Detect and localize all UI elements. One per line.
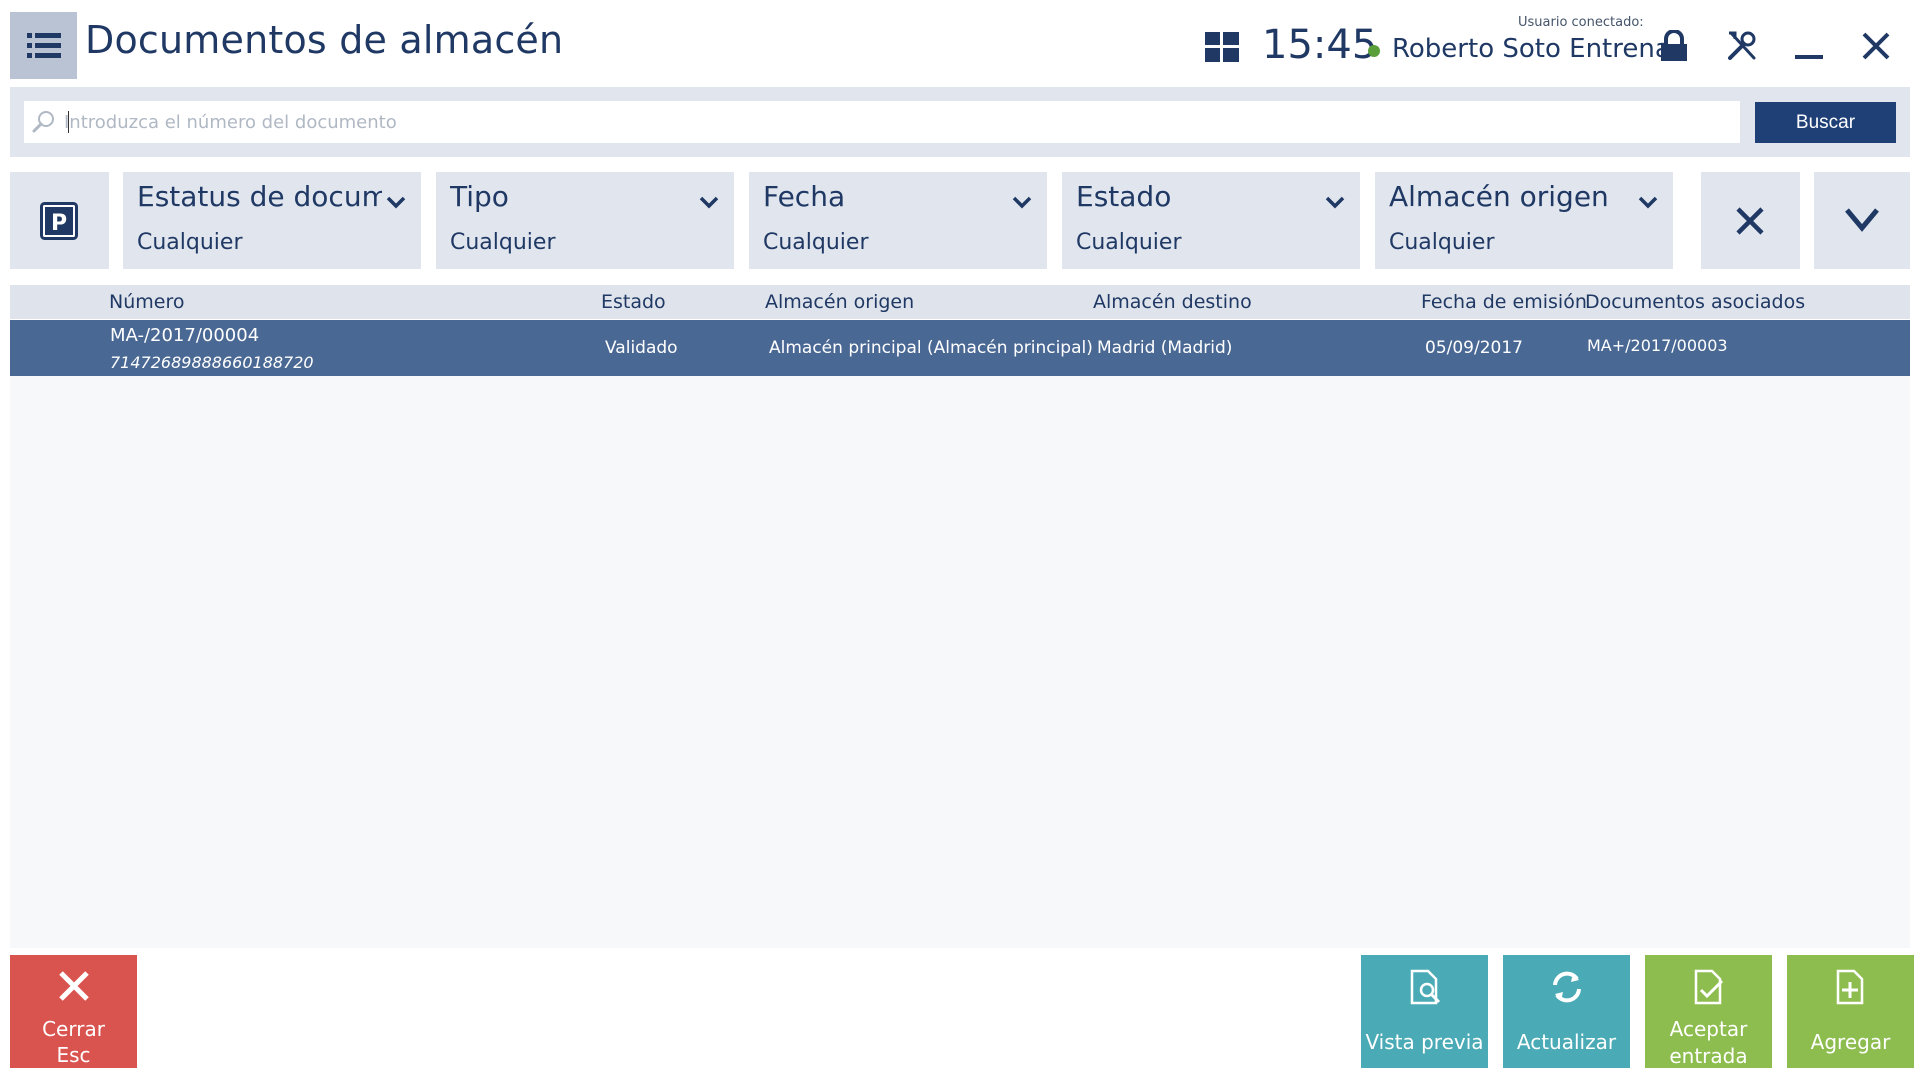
clear-filters-button[interactable]	[1701, 172, 1800, 269]
settings-button[interactable]	[1720, 24, 1764, 68]
column-header-date[interactable]: Fecha de emisión	[1421, 291, 1587, 313]
online-status-dot	[1368, 45, 1380, 57]
minimize-button[interactable]	[1787, 24, 1831, 68]
filter-source-warehouse[interactable]: Almacén origen Cualquier	[1375, 172, 1673, 269]
filter-value: Cualquier	[137, 230, 243, 255]
chevron-down-icon	[1012, 196, 1032, 209]
clear-icon	[1736, 207, 1764, 235]
table-empty-area	[10, 376, 1910, 948]
add-button[interactable]: Agregar	[1787, 955, 1914, 1068]
row-status: Validado	[605, 338, 678, 358]
refresh-label: Actualizar	[1516, 1030, 1617, 1054]
filter-title: Estatus de docume	[137, 180, 382, 213]
filter-title: Almacén origen	[1389, 180, 1609, 213]
chevron-down-icon	[386, 196, 406, 209]
filter-value: Cualquier	[1389, 230, 1495, 255]
close-button[interactable]: Cerrar Esc	[10, 955, 137, 1068]
close-icon	[1862, 32, 1890, 60]
filter-title: Fecha	[763, 180, 846, 213]
tiles-icon[interactable]	[1205, 32, 1239, 66]
filter-title: Tipo	[450, 180, 509, 213]
expand-filters-button[interactable]	[1814, 172, 1910, 269]
filter-title: Estado	[1076, 180, 1172, 213]
menu-button[interactable]	[10, 12, 77, 79]
search-icon	[32, 110, 56, 138]
refresh-icon	[1552, 971, 1581, 1003]
chevron-down-icon	[1325, 196, 1345, 209]
refresh-button[interactable]: Actualizar	[1503, 955, 1630, 1068]
filter-document-status[interactable]: Estatus de docume Cualquier	[123, 172, 421, 269]
minimize-icon	[1795, 55, 1823, 59]
document-search-icon	[1410, 969, 1440, 1005]
close-app-button[interactable]	[1854, 24, 1898, 68]
close-icon	[58, 971, 89, 1001]
row-date: 05/09/2017	[1425, 338, 1523, 358]
parking-icon: P	[40, 202, 78, 240]
filter-value: Cualquier	[1076, 230, 1182, 255]
close-shortcut: Esc	[56, 1043, 91, 1067]
chevron-down-icon	[1845, 208, 1879, 232]
filter-value: Cualquier	[763, 230, 869, 255]
svg-text:P: P	[51, 211, 67, 236]
row-source: Almacén principal (Almacén principal)	[769, 338, 1093, 358]
filter-type[interactable]: Tipo Cualquier	[436, 172, 734, 269]
accept-entry-label: Aceptar entrada	[1669, 1017, 1748, 1068]
parking-filter-button[interactable]: P	[10, 172, 109, 269]
user-name: Roberto Soto Entrena	[1392, 34, 1671, 64]
page-title: Documentos de almacén	[85, 18, 564, 62]
filter-value: Cualquier	[450, 230, 556, 255]
column-header-destination[interactable]: Almacén destino	[1093, 291, 1252, 313]
lock-button[interactable]	[1652, 24, 1696, 68]
column-header-number[interactable]: Número	[109, 291, 184, 313]
close-label: Cerrar	[42, 1017, 105, 1041]
preview-button[interactable]: Vista previa	[1361, 955, 1488, 1068]
filter-date[interactable]: Fecha Cualquier	[749, 172, 1047, 269]
lock-icon	[1661, 30, 1687, 61]
search-button[interactable]: Buscar	[1755, 102, 1896, 143]
filter-state[interactable]: Estado Cualquier	[1062, 172, 1360, 269]
accept-entry-button[interactable]: Aceptar entrada	[1645, 955, 1772, 1068]
search-input[interactable]	[64, 104, 1734, 140]
column-header-related[interactable]: Documentos asociados	[1585, 291, 1805, 313]
row-destination: Madrid (Madrid)	[1097, 338, 1233, 358]
preview-label: Vista previa	[1365, 1030, 1484, 1054]
column-header-status[interactable]: Estado	[601, 291, 666, 313]
document-add-icon	[1836, 969, 1863, 1005]
user-caption: Usuario conectado:	[1518, 15, 1644, 30]
chevron-down-icon	[1638, 196, 1658, 209]
row-related: MA+/2017/00003	[1587, 336, 1728, 355]
tools-icon	[1728, 31, 1756, 60]
row-code: 71472689888660188720	[110, 353, 314, 372]
column-header-source[interactable]: Almacén origen	[765, 291, 914, 313]
clock: 15:45	[1262, 22, 1378, 68]
text-caret	[68, 111, 69, 133]
document-check-icon	[1694, 969, 1723, 1005]
list-menu-icon	[26, 32, 61, 58]
chevron-down-icon	[699, 196, 719, 209]
add-label: Agregar	[1810, 1030, 1891, 1054]
row-number: MA-/2017/00004	[110, 325, 260, 346]
